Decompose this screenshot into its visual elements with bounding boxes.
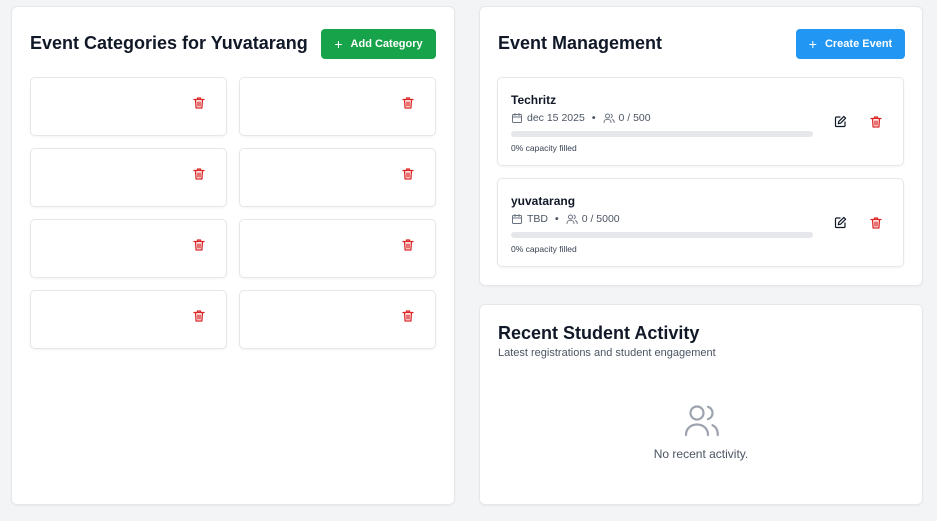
capacity-filled-text: 0% capacity filled	[511, 143, 577, 153]
capacity-filled-text: 0% capacity filled	[511, 244, 577, 254]
users-icon	[603, 113, 615, 123]
event-meta: TBD • 0 / 5000	[511, 213, 620, 225]
capacity-progress-bar	[511, 232, 813, 238]
categories-panel: Event Categories for Yuvatarang + Add Ca…	[11, 6, 455, 505]
create-event-label: Create Event	[824, 38, 893, 50]
trash-icon[interactable]	[401, 96, 415, 110]
add-category-label: Add Category	[350, 38, 423, 50]
event-meta: dec 15 2025 • 0 / 500	[511, 112, 651, 124]
trash-icon[interactable]	[192, 238, 206, 252]
recent-activity-subtitle: Latest registrations and student engagem…	[498, 347, 716, 359]
event-management-panel: Event Management + Create Event Techritz…	[479, 6, 923, 286]
plus-icon: +	[808, 36, 817, 52]
trash-icon[interactable]	[869, 115, 883, 129]
trash-icon[interactable]	[401, 167, 415, 181]
calendar-icon	[512, 214, 522, 224]
event-card: yuvatarang TBD • 0 / 5000 0% capacity fi…	[497, 178, 904, 267]
event-card: Techritz dec 15 2025 • 0 / 500 0% capaci…	[497, 77, 904, 166]
recent-activity-panel: Recent Student Activity Latest registrat…	[479, 304, 923, 505]
trash-icon[interactable]	[401, 238, 415, 252]
event-name: yuvatarang	[511, 194, 576, 208]
category-card[interactable]	[239, 77, 436, 136]
event-date: dec 15 2025	[527, 112, 585, 124]
category-card[interactable]	[239, 290, 436, 349]
calendar-icon	[512, 113, 522, 123]
event-management-title: Event Management	[498, 33, 663, 53]
plus-icon: +	[334, 36, 343, 52]
empty-state-text: No recent activity.	[653, 447, 749, 461]
separator-dot: •	[555, 213, 559, 225]
category-card[interactable]	[239, 219, 436, 278]
separator-dot: •	[591, 112, 596, 124]
event-capacity: 0 / 500	[618, 112, 651, 124]
event-name: Techritz	[511, 93, 557, 107]
edit-icon[interactable]	[834, 216, 847, 229]
trash-icon[interactable]	[192, 167, 206, 181]
create-event-button[interactable]: + Create Event	[796, 29, 905, 59]
categories-title: Event Categories for Yuvatarang	[30, 33, 308, 53]
category-card[interactable]	[30, 219, 227, 278]
trash-icon[interactable]	[192, 309, 206, 323]
capacity-progress-bar	[511, 131, 813, 137]
category-card[interactable]	[30, 77, 227, 136]
add-category-button[interactable]: + Add Category	[321, 29, 436, 59]
users-icon	[684, 405, 719, 437]
category-card[interactable]	[239, 148, 436, 207]
trash-icon[interactable]	[401, 309, 415, 323]
recent-activity-title: Recent Student Activity	[498, 323, 700, 343]
trash-icon[interactable]	[869, 216, 883, 230]
category-card[interactable]	[30, 290, 227, 349]
users-icon	[566, 214, 578, 224]
event-date: TBD	[527, 213, 548, 225]
category-card[interactable]	[30, 148, 227, 207]
trash-icon[interactable]	[192, 96, 206, 110]
event-capacity: 0 / 5000	[581, 213, 620, 225]
edit-icon[interactable]	[834, 115, 847, 128]
